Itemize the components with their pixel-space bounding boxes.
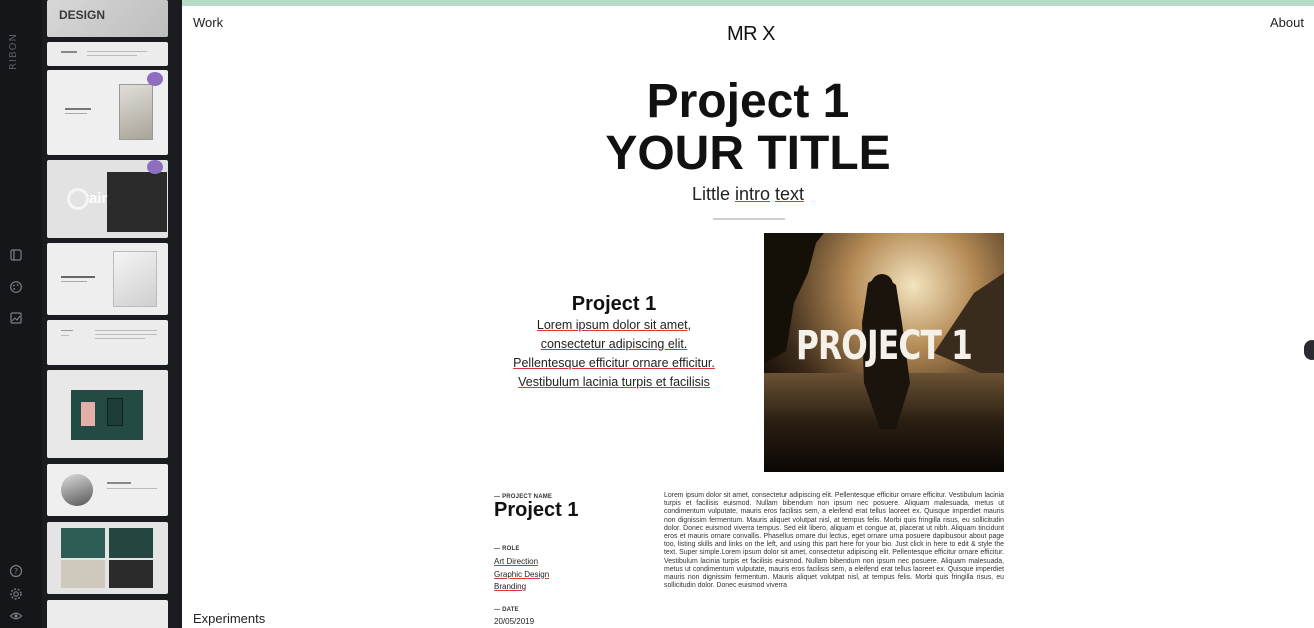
image-icon[interactable] (9, 311, 23, 325)
project-body-text: Lorem ipsum dolor sit amet, consectetur … (664, 492, 1004, 590)
hero-intro-word1: Little (691, 184, 735, 204)
date-label: — DATE (494, 607, 519, 613)
project-description-line: Lorem ipsum dolor sit amet, (536, 318, 692, 332)
hero-intro-word2: intro (734, 184, 770, 204)
project-description-line: Pellentesque efficitur ornare efficitur. (513, 356, 715, 370)
settings-icon[interactable] (9, 587, 23, 601)
thumbnail-intro[interactable] (47, 42, 168, 66)
hero-intro: Little intro text (548, 184, 948, 205)
rail-brand: RIBON (8, 33, 19, 70)
premium-badge (147, 160, 163, 174)
project-date: 20/05/2019 (494, 617, 535, 626)
nav-about-link[interactable]: About (1270, 15, 1304, 30)
pages-icon[interactable] (9, 248, 23, 262)
project-name: Project 1 (494, 499, 579, 521)
palette-icon[interactable] (9, 280, 23, 294)
nav-experiments-link[interactable]: Experiments (193, 611, 265, 626)
thumbnail-portrait[interactable] (47, 464, 168, 516)
editor-rail: RIBON ? (0, 0, 42, 628)
project-title: Project 1 (571, 293, 657, 315)
role-item: Branding (494, 582, 527, 591)
thumbnail-design[interactable]: DESIGN (47, 0, 168, 37)
eye-icon[interactable] (9, 609, 23, 623)
project-image-label: PROJECT 1 (795, 323, 973, 369)
page-thumbnails-panel: DESIGN air (42, 0, 182, 628)
thumbnail-bags[interactable] (47, 370, 168, 458)
thumbnail-pair[interactable]: air (47, 160, 168, 238)
thumbnail-end[interactable] (47, 600, 168, 628)
nav-work-link[interactable]: Work (193, 15, 223, 30)
project-description-line: Vestibulum lacinia turpis et facilisis (518, 375, 710, 389)
thumbnail-pair-logo: air (89, 190, 108, 207)
project-description: Lorem ipsum dolor sit amet, consectetur … (491, 316, 737, 392)
hero-divider (713, 218, 785, 220)
collapse-panel-button[interactable] (1304, 340, 1314, 360)
hero-title-line1: Project 1 (646, 75, 850, 128)
project-description-line: consectetur adipiscing elit. (540, 337, 688, 351)
premium-badge (147, 72, 163, 86)
thumbnail-your-headline[interactable] (47, 243, 168, 315)
role-item: Art Direction (494, 557, 539, 566)
svg-text:?: ? (14, 567, 18, 576)
thumbnail-gallery[interactable] (47, 522, 168, 594)
thumbnail-text[interactable] (47, 320, 168, 365)
site-logo[interactable]: MR X (727, 23, 776, 46)
website-page: Work MR X About Project 1 YOUR TITLE Lit… (182, 6, 1314, 628)
role-list: Art Direction Graphic Design Branding (494, 556, 549, 594)
hero-intro-word3: text (775, 184, 805, 204)
role-label: — ROLE (494, 546, 520, 552)
role-item: Graphic Design (494, 569, 550, 579)
hero-title-line2: YOUR TITLE (605, 127, 891, 180)
help-icon[interactable]: ? (9, 564, 23, 578)
project-image[interactable]: PROJECT 1 (764, 233, 1004, 472)
thumbnail-design-label: DESIGN (59, 8, 106, 22)
thumbnail-headline[interactable] (47, 70, 168, 155)
